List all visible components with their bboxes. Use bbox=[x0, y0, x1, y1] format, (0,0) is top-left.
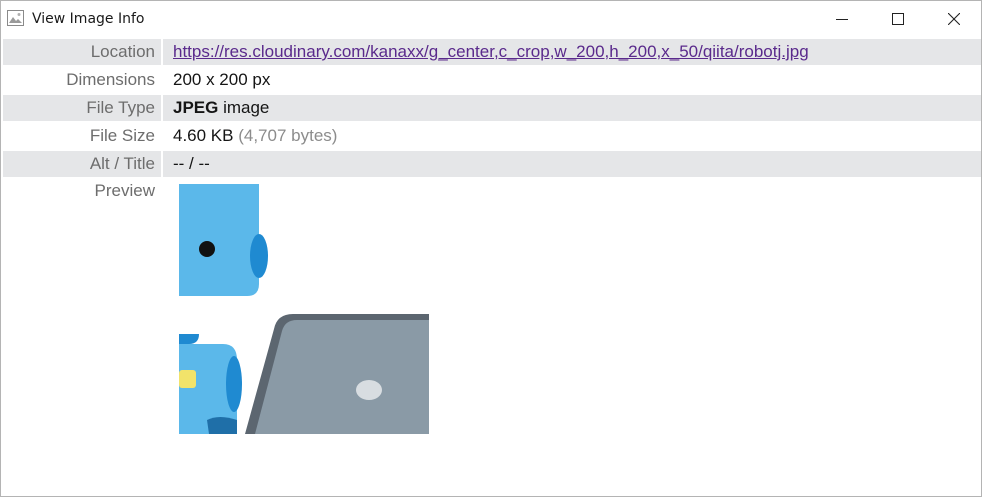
title-bar[interactable]: View Image Info bbox=[1, 1, 981, 37]
close-button[interactable] bbox=[926, 1, 982, 37]
close-icon bbox=[948, 13, 960, 25]
alt-title-row: Alt / Title -- / -- bbox=[3, 151, 981, 177]
alt-title-label: Alt / Title bbox=[3, 151, 163, 177]
file-type-row: File Type JPEG image bbox=[3, 95, 981, 121]
minimize-button[interactable] bbox=[814, 1, 870, 37]
maximize-button[interactable] bbox=[870, 1, 926, 37]
preview-row: Preview bbox=[3, 179, 981, 205]
file-type-suffix: image bbox=[218, 98, 270, 117]
dimensions-row: Dimensions 200 x 200 px bbox=[3, 67, 981, 93]
window-title: View Image Info bbox=[32, 11, 145, 27]
dimensions-label: Dimensions bbox=[3, 67, 163, 93]
location-label: Location bbox=[3, 39, 163, 65]
preview-label: Preview bbox=[3, 179, 163, 205]
file-size-bytes: (4,707 bytes) bbox=[233, 126, 338, 145]
dimensions-value: 200 x 200 px bbox=[163, 67, 981, 93]
preview-image[interactable] bbox=[179, 184, 429, 434]
alt-title-value: -- / -- bbox=[163, 151, 981, 177]
maximize-icon bbox=[892, 13, 904, 25]
location-link[interactable]: https://res.cloudinary.com/kanaxx/g_cent… bbox=[173, 42, 809, 61]
robot-laptop-illustration bbox=[179, 184, 429, 434]
file-size-row: File Size 4.60 KB (4,707 bytes) bbox=[3, 123, 981, 149]
view-image-info-window: View Image Info Location https://res.clo… bbox=[0, 0, 982, 497]
file-size-label: File Size bbox=[3, 123, 163, 149]
image-icon bbox=[7, 10, 24, 26]
file-size-value: 4.60 KB bbox=[173, 126, 234, 145]
file-type-label: File Type bbox=[3, 95, 163, 121]
image-info-table: Location https://res.cloudinary.com/kana… bbox=[3, 37, 981, 207]
location-row: Location https://res.cloudinary.com/kana… bbox=[3, 39, 981, 65]
minimize-icon bbox=[836, 19, 848, 20]
file-type-format: JPEG bbox=[173, 98, 219, 117]
